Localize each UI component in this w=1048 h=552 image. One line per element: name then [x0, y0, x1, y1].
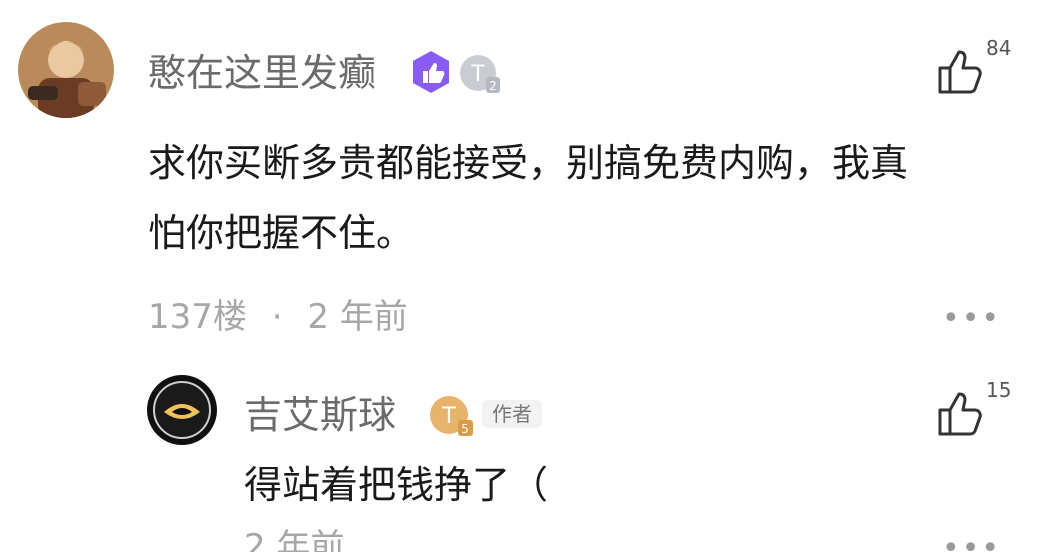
like-count: 15: [986, 378, 1012, 402]
comment-line: 求你买断多贵都能接受，别搞免费内购，我真: [148, 141, 909, 185]
avatar-image: [147, 375, 217, 445]
username[interactable]: 憨在这里发癫: [148, 54, 376, 92]
comment-content: 得站着把钱挣了（: [244, 450, 548, 520]
more-dots-icon[interactable]: •••: [942, 534, 1001, 552]
level-t2-badge-icon: T 2: [460, 55, 500, 93]
comment-thread: 憨在这里发癫 T 2 84 求你买断多贵都能接受，别搞免费内购，我真 怕你把握不…: [0, 0, 1048, 552]
more-dots-icon[interactable]: •••: [942, 304, 1001, 334]
comment-content: 求你买断多贵都能接受，别搞免费内购，我真 怕你把握不住。: [148, 128, 908, 268]
svg-text:5: 5: [461, 422, 469, 436]
avatar[interactable]: [146, 374, 218, 446]
floor-number: 137楼: [148, 297, 247, 337]
avatar-image: [18, 22, 114, 118]
comment-line: 怕你把握不住。: [148, 211, 415, 255]
level-t5-badge-icon: T 5: [430, 396, 473, 436]
comment-time: 2 年前: [307, 297, 408, 337]
avatar[interactable]: [18, 22, 114, 118]
comment-time: 2 年前: [244, 527, 345, 552]
username[interactable]: 吉艾斯球: [244, 396, 396, 434]
svg-text:2: 2: [489, 79, 497, 93]
comment-meta: 137楼 · 2 年前: [148, 300, 408, 334]
author-tag: 作者: [482, 400, 542, 428]
meta-separator: ·: [271, 297, 283, 337]
comment-meta: 2 年前: [244, 530, 344, 552]
thumbs-up-icon[interactable]: [936, 48, 984, 96]
like-count: 84: [986, 36, 1012, 60]
thumbs-up-icon[interactable]: [936, 390, 984, 438]
comment-line: 得站着把钱挣了（: [244, 463, 549, 507]
like-badge-icon: [413, 51, 449, 93]
svg-text:T: T: [470, 62, 485, 87]
svg-text:T: T: [441, 404, 456, 429]
